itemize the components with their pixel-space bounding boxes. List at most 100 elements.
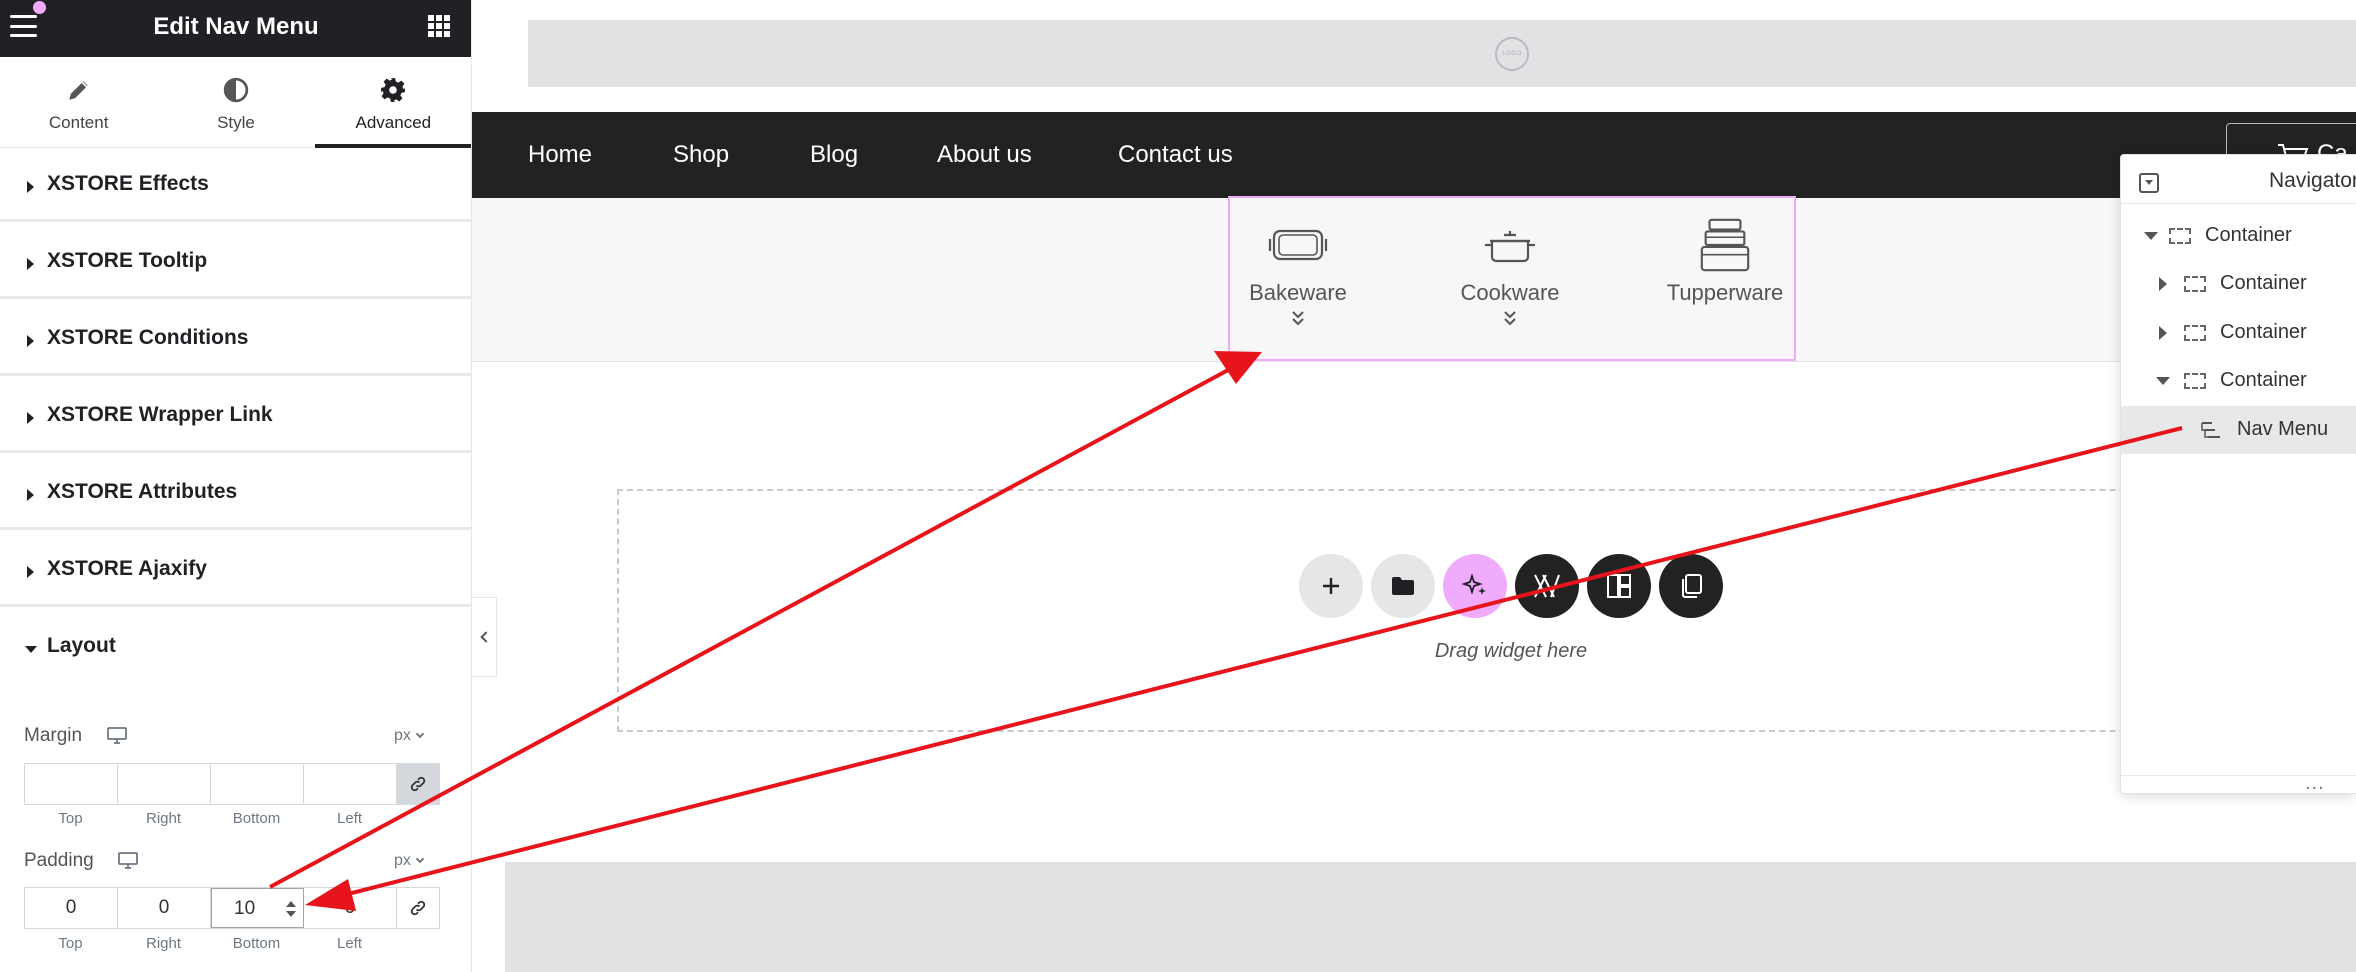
- nav-link-contact-us[interactable]: Contact us: [1118, 141, 1233, 169]
- margin-link-button[interactable]: [397, 764, 439, 804]
- tab-advanced[interactable]: Advanced: [314, 57, 471, 148]
- half-circle-icon: [223, 77, 249, 103]
- tab-content[interactable]: Content: [0, 57, 157, 147]
- navigator-item-label: Container: [2220, 272, 2307, 294]
- padding-unit-select[interactable]: px: [394, 852, 425, 870]
- navigator-header[interactable]: Navigator: [2121, 155, 2356, 204]
- navigator-item-label: Container: [2205, 224, 2292, 246]
- margin-dimension-labels: Top Right Bottom Left: [24, 810, 396, 827]
- plus-icon: [1323, 578, 1339, 594]
- navigator-item-nav-menu[interactable]: Nav Menu: [2121, 406, 2356, 454]
- desktop-monitor-icon[interactable]: [107, 727, 127, 744]
- section-label: XSTORE Ajaxify: [47, 557, 207, 580]
- navigator-item-label: Nav Menu: [2237, 418, 2329, 440]
- dim-label-left: Left: [336, 810, 363, 827]
- caret-right-icon: [27, 181, 34, 193]
- nav-link-shop[interactable]: Shop: [673, 141, 729, 169]
- panel-tabs: Content Style Advanced: [0, 57, 471, 148]
- drag-widget-text: Drag widget here: [1434, 640, 1588, 662]
- section-xstore-effects[interactable]: XSTORE Effects: [0, 148, 471, 222]
- margin-top-input[interactable]: [25, 764, 118, 804]
- section-xstore-conditions[interactable]: XSTORE Conditions: [0, 302, 471, 376]
- nav-link-about-us[interactable]: About us: [937, 141, 1032, 169]
- navigator-item-container[interactable]: Container: [2121, 260, 2356, 308]
- header-logo-bar: LOGO: [528, 20, 2356, 87]
- navigator-item-container[interactable]: Container: [2121, 309, 2356, 357]
- padding-right-input[interactable]: 0: [118, 888, 211, 928]
- dim-label-left: Left: [336, 935, 363, 952]
- container-icon: [2184, 373, 2206, 389]
- margin-unit-select[interactable]: px: [394, 727, 425, 745]
- padding-bottom-input[interactable]: 10: [211, 888, 304, 928]
- container-icon: [2184, 276, 2206, 292]
- logo-placeholder[interactable]: LOGO: [1495, 37, 1529, 71]
- navigator-item-container[interactable]: Container: [2121, 212, 2356, 260]
- caret-right-icon: [27, 412, 34, 424]
- blocks-button[interactable]: [1587, 554, 1651, 618]
- caret-down-icon[interactable]: [2144, 232, 2158, 240]
- margin-left-input[interactable]: [304, 764, 397, 804]
- caret-down-icon[interactable]: [2156, 377, 2170, 385]
- add-element-button[interactable]: [1299, 554, 1363, 618]
- padding-bottom-value: 10: [234, 898, 256, 919]
- dim-label-top: Top: [58, 935, 83, 952]
- desktop-monitor-icon[interactable]: [118, 852, 138, 869]
- padding-link-button[interactable]: [397, 888, 439, 928]
- dim-label-bottom: Bottom: [232, 810, 281, 827]
- ai-button[interactable]: [1443, 554, 1507, 618]
- section-label: XSTORE Effects: [47, 172, 209, 195]
- dim-label-top: Top: [58, 810, 83, 827]
- caret-right-icon: [27, 566, 34, 578]
- collapse-all-icon[interactable]: [2139, 173, 2159, 193]
- apps-grid-icon[interactable]: [428, 15, 450, 37]
- caret-right-icon: [27, 258, 34, 270]
- navigator-footer: ...: [2121, 772, 2356, 793]
- navigator-item-container[interactable]: Container: [2121, 357, 2356, 405]
- section-label: XSTORE Conditions: [47, 326, 249, 349]
- xstore-button[interactable]: [1515, 554, 1579, 618]
- submenu-item-tupperware[interactable]: Tupperware: [1655, 216, 1795, 306]
- section-xstore-wrapper-link[interactable]: XSTORE Wrapper Link: [0, 379, 471, 453]
- padding-dimension-labels: Top Right Bottom Left: [24, 935, 396, 952]
- padding-top-input[interactable]: 0: [25, 888, 118, 928]
- margin-right-input[interactable]: [118, 764, 211, 804]
- nav-menu-bar: Home Shop Blog About us Contact us Ca: [472, 112, 2356, 198]
- editor-panel: Edit Nav Menu Content Style Advanced XST…: [0, 0, 472, 972]
- section-label: XSTORE Tooltip: [47, 249, 208, 272]
- section-label: XSTORE Wrapper Link: [47, 403, 273, 426]
- caret-right-icon[interactable]: [2159, 277, 2167, 291]
- chevron-left-icon: [480, 631, 492, 643]
- gear-icon: [381, 78, 406, 102]
- caret-right-icon[interactable]: [2159, 326, 2167, 340]
- dim-label-bottom: Bottom: [232, 935, 281, 952]
- submenu-label: Cookware: [1460, 280, 1560, 305]
- submenu-item-bakeware[interactable]: Bakeware: [1228, 216, 1368, 326]
- padding-left-input[interactable]: 0: [304, 888, 397, 928]
- sparkle-icon: [1462, 573, 1486, 595]
- double-chevron-down-icon[interactable]: [1503, 310, 1517, 326]
- stacked-containers-icon: [1700, 218, 1750, 272]
- add-template-button[interactable]: [1371, 554, 1435, 618]
- section-xstore-attributes[interactable]: XSTORE Attributes: [0, 456, 471, 530]
- double-chevron-down-icon[interactable]: [1291, 310, 1305, 326]
- section-layout[interactable]: Layout: [0, 610, 471, 684]
- navigator-title: Navigator: [2269, 169, 2356, 192]
- nav-link-blog[interactable]: Blog: [810, 141, 858, 169]
- section-xstore-ajaxify[interactable]: XSTORE Ajaxify: [0, 533, 471, 607]
- number-stepper-icon[interactable]: [285, 899, 297, 919]
- navigator-panel: Navigator Container Container Container …: [2120, 154, 2356, 794]
- collapse-panel-button[interactable]: [472, 597, 497, 677]
- section-label: XSTORE Attributes: [47, 480, 238, 503]
- submenu-item-cookware[interactable]: Cookware: [1440, 216, 1580, 326]
- tab-style[interactable]: Style: [157, 57, 314, 147]
- footer-placeholder: [505, 862, 2356, 972]
- section-xstore-tooltip[interactable]: XSTORE Tooltip: [0, 225, 471, 299]
- nav-menu-widget-selected[interactable]: Bakeware Cookware Tupperware: [1228, 196, 1796, 361]
- resize-handle-icon[interactable]: ...: [2305, 772, 2325, 793]
- submenu-label: Bakeware: [1249, 280, 1347, 305]
- paste-button[interactable]: [1659, 554, 1723, 618]
- margin-bottom-input[interactable]: [211, 764, 304, 804]
- navigator-item-label: Container: [2220, 321, 2307, 343]
- caret-down-icon: [25, 646, 37, 653]
- nav-link-home[interactable]: Home: [528, 141, 592, 169]
